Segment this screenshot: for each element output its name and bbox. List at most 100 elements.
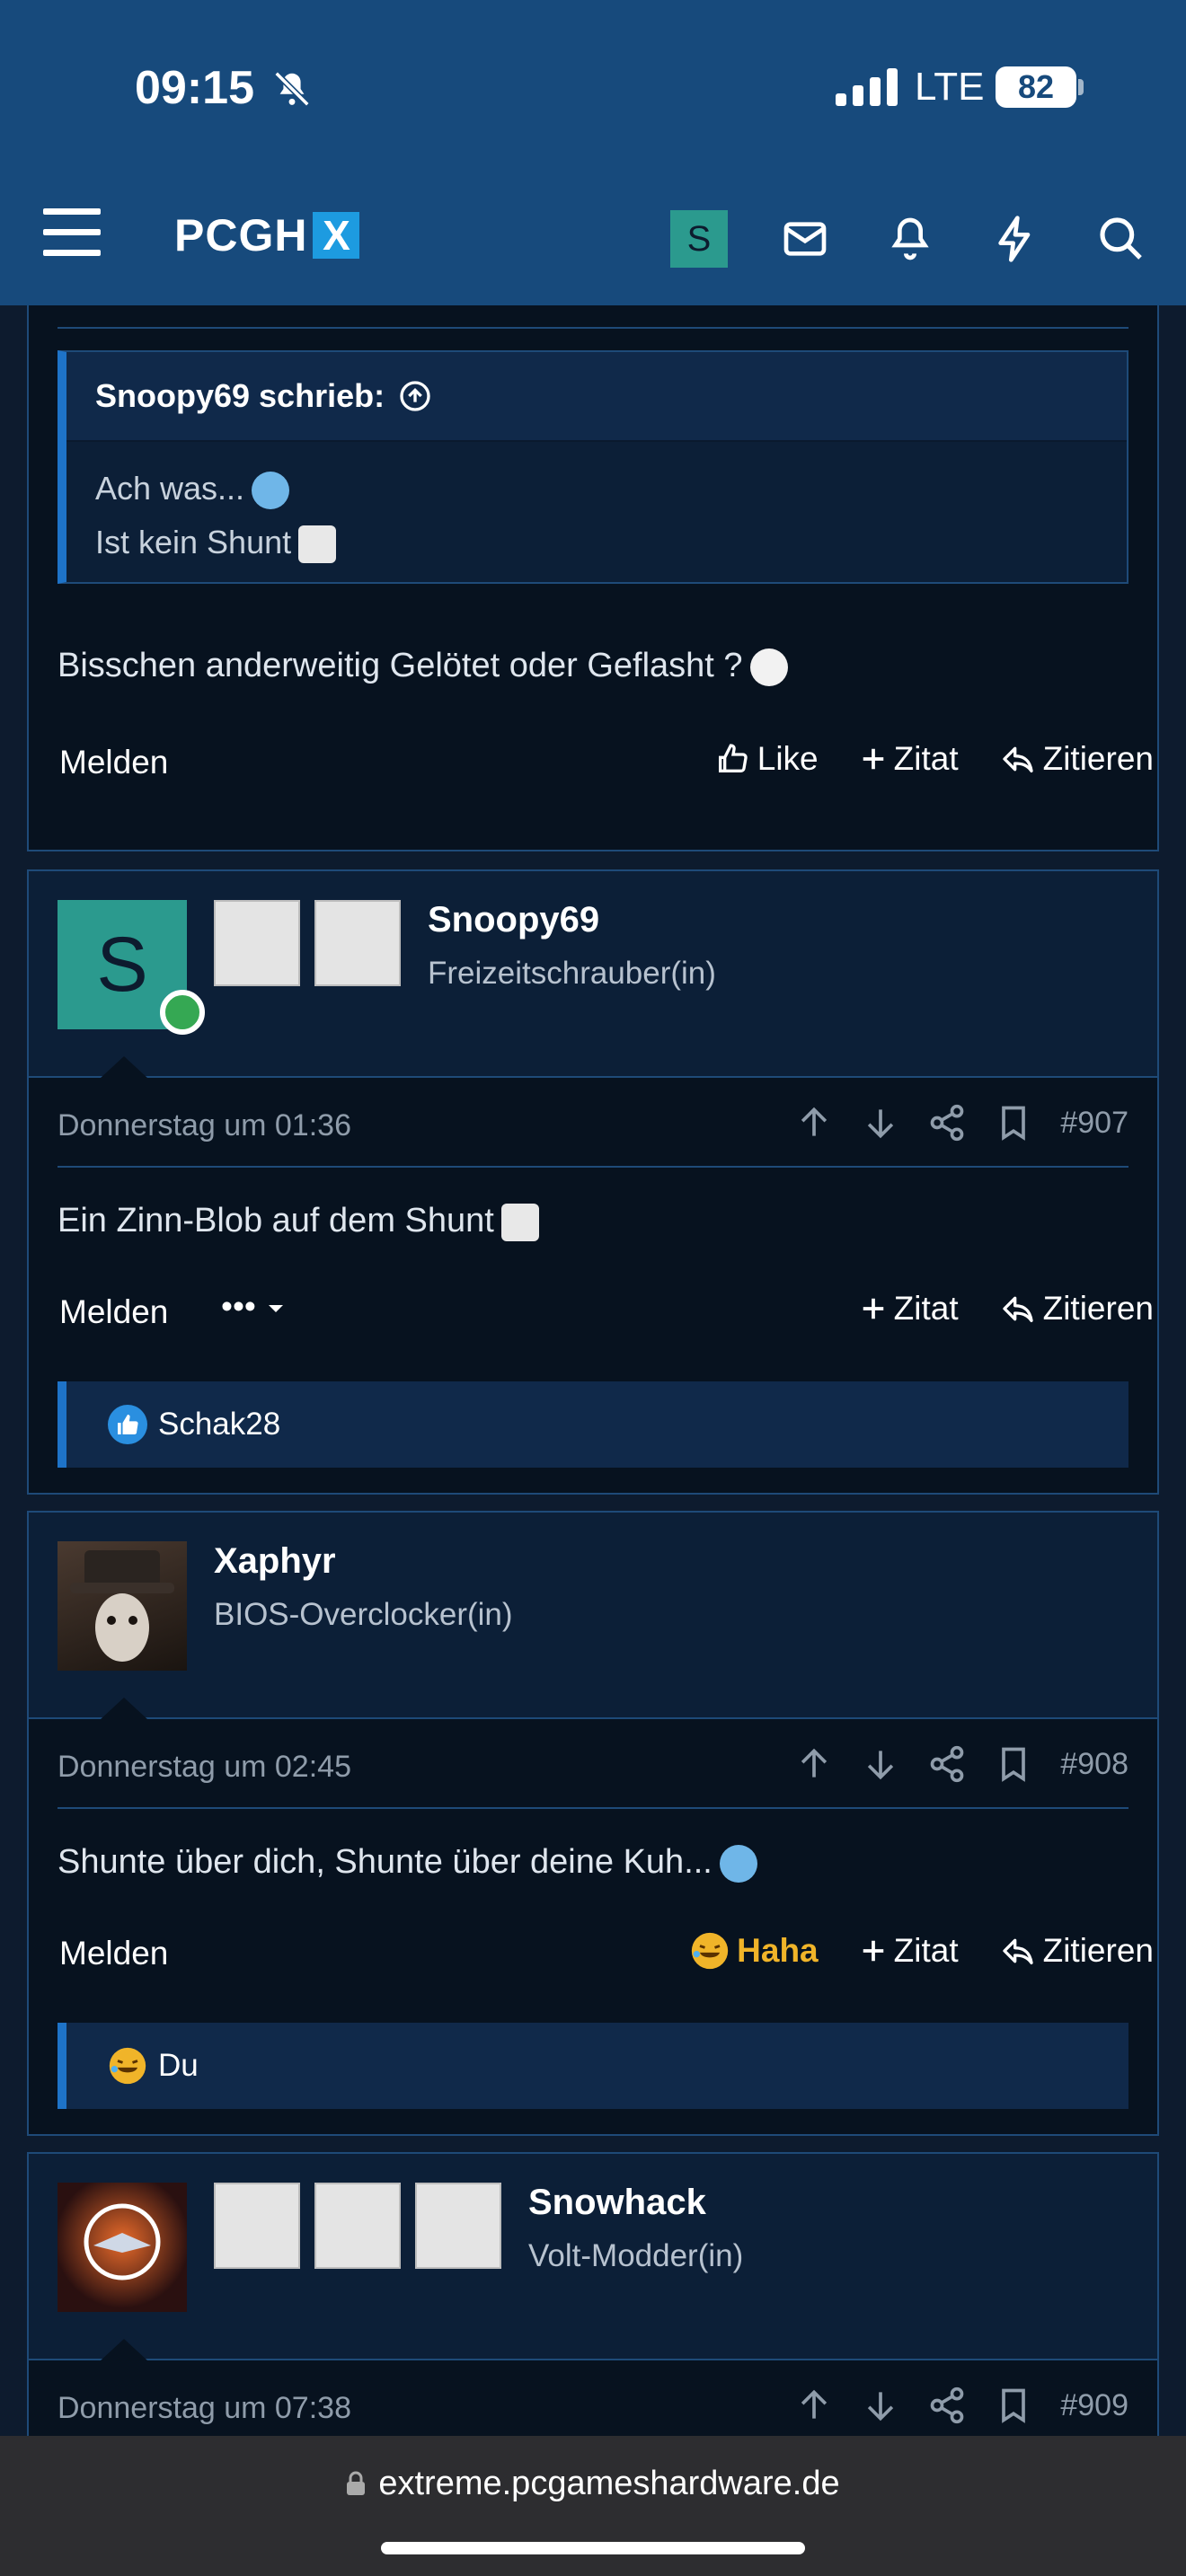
quote-body: Ach was... Ist kein Shunt [66, 442, 1127, 589]
username[interactable]: Snowhack [528, 2183, 706, 2223]
arrow-up-circle-icon[interactable] [397, 378, 433, 414]
post-907: S Snoopy69 Freizeitschrauber(in) Donners… [27, 869, 1159, 1495]
multiquote-button[interactable]: Zitat [860, 740, 959, 778]
pcgh-data-badge-icon[interactable] [314, 2183, 401, 2269]
signal-icon [836, 68, 898, 106]
reply-icon [1002, 1296, 1033, 1322]
like-button[interactable]: Like [714, 740, 819, 778]
avatar-pointer [101, 2339, 147, 2360]
pixel-emoji-icon [500, 1203, 539, 1241]
avatar-pointer [101, 1698, 147, 1719]
plus-icon [863, 1940, 883, 1962]
post-actions: Melden Haha Zitat Zitieren [58, 1928, 1154, 1981]
thumbs-up-icon [718, 744, 748, 772]
username[interactable]: Snoopy69 [428, 900, 599, 940]
bell-icon[interactable] [885, 214, 935, 264]
plus-icon [863, 748, 883, 770]
post-date[interactable]: Donnerstag um 02:45 [58, 1750, 351, 1785]
post-header: Xaphyr BIOS-Overclocker(in) [29, 1513, 1157, 1719]
chevron-down-icon [269, 1305, 284, 1313]
site-logo[interactable]: PCGH X [174, 210, 360, 260]
stop-sign-badge-icon[interactable] [415, 2183, 501, 2269]
handshake-badge-icon[interactable] [214, 2183, 300, 2269]
avatar-pointer [101, 1056, 147, 1078]
lock-icon [347, 2471, 366, 2495]
post-number[interactable]: #907 [1060, 1106, 1128, 1141]
bookmark-icon[interactable] [994, 1744, 1033, 1784]
report-button[interactable]: Melden [59, 1293, 168, 1331]
laughing-emoji-icon [691, 1932, 729, 1970]
avatar-image [84, 2203, 161, 2280]
arrow-up-icon[interactable] [794, 1103, 834, 1142]
reactions-bar[interactable]: Schak28 [58, 1381, 1128, 1468]
post-header: Snowhack Volt-Modder(in) [29, 2154, 1157, 2360]
arrow-down-icon[interactable] [861, 1103, 900, 1142]
bell-muted-icon [274, 71, 310, 107]
network-type: LTE [915, 65, 985, 109]
arrow-down-icon[interactable] [861, 1744, 900, 1784]
online-status-icon [160, 990, 205, 1035]
laughing-emoji-icon [109, 2047, 146, 2085]
arrow-up-icon[interactable] [794, 1744, 834, 1784]
grin-emoji-icon [719, 1844, 757, 1883]
site-header: PCGH X S [0, 171, 1186, 305]
report-button[interactable]: Melden [59, 1935, 168, 1972]
menu-icon[interactable] [43, 208, 101, 259]
divider [58, 327, 1128, 329]
bookmark-icon[interactable] [994, 2386, 1033, 2425]
home-indicator[interactable] [381, 2542, 805, 2554]
post-actions: Melden ••• Zitat Zitieren [58, 1286, 1154, 1340]
more-options-button[interactable]: ••• [221, 1288, 287, 1326]
browser-url-bar[interactable]: extreme.pcgameshardware.de [0, 2436, 1186, 2576]
battery-icon: 82 [996, 66, 1076, 108]
user-title: Freizeitschrauber(in) [428, 956, 716, 991]
search-icon[interactable] [1096, 214, 1146, 264]
username[interactable]: Xaphyr [214, 1541, 336, 1582]
share-icon[interactable] [927, 2386, 967, 2425]
lightning-icon[interactable] [990, 214, 1040, 264]
arrow-down-icon[interactable] [861, 2386, 900, 2425]
battery-tip [1078, 79, 1084, 95]
post-908: Xaphyr BIOS-Overclocker(in) Donnerstag u… [27, 1511, 1159, 2136]
reply-button[interactable]: Zitieren [1000, 1932, 1154, 1970]
like-reaction-icon [108, 1405, 147, 1444]
handshake-badge-icon[interactable] [214, 900, 300, 986]
post-actions: Melden Like Zitat Zitieren [58, 737, 1154, 790]
grin-emoji-icon [252, 472, 290, 510]
reply-button[interactable]: Zitieren [1000, 1290, 1154, 1328]
multiquote-button[interactable]: Zitat [860, 1932, 959, 1970]
post-meta: Donnerstag um 02:45 #908 [58, 1719, 1128, 1809]
post-date[interactable]: Donnerstag um 07:38 [58, 2391, 351, 2426]
haha-reaction-button[interactable]: Haha [690, 1931, 819, 1971]
status-time: 09:15 [135, 62, 254, 114]
user-avatar-button[interactable]: S [670, 210, 728, 268]
share-icon[interactable] [927, 1103, 967, 1142]
url-display[interactable]: extreme.pcgameshardware.de [0, 2465, 1186, 2503]
post-909: Snowhack Volt-Modder(in) Donnerstag um 0… [27, 2152, 1159, 2436]
reply-button[interactable]: Zitieren [1000, 740, 1154, 778]
bookmark-icon[interactable] [994, 1103, 1033, 1142]
avatar[interactable] [58, 1541, 187, 1671]
quote-block: Snoopy69 schrieb: Ach was... Ist kein Sh… [58, 350, 1128, 584]
reaction-user[interactable]: Du [158, 2048, 199, 2084]
post-number[interactable]: #909 [1060, 2388, 1128, 2423]
avatar[interactable] [58, 2183, 187, 2312]
multiquote-button[interactable]: Zitat [860, 1290, 959, 1328]
report-button[interactable]: Melden [59, 744, 168, 781]
pcgh-data-badge-icon[interactable] [314, 900, 401, 986]
pixel-emoji-icon [298, 525, 337, 564]
status-bar: 09:15 LTE 82 [0, 0, 1186, 171]
reactions-bar[interactable]: Du [58, 2023, 1128, 2109]
user-title: Volt-Modder(in) [528, 2238, 744, 2273]
post-number[interactable]: #908 [1060, 1747, 1128, 1782]
quote-header[interactable]: Snoopy69 schrieb: [66, 352, 1127, 442]
post-date[interactable]: Donnerstag um 01:36 [58, 1108, 351, 1143]
reply-icon [1002, 1938, 1033, 1964]
user-title: BIOS-Overclocker(in) [214, 1597, 513, 1632]
post-meta: Donnerstag um 07:38 #909 [58, 2360, 1128, 2436]
share-icon[interactable] [927, 1744, 967, 1784]
arrow-up-icon[interactable] [794, 2386, 834, 2425]
mail-icon[interactable] [780, 214, 830, 264]
reply-icon [1002, 746, 1033, 772]
reaction-user[interactable]: Schak28 [158, 1407, 280, 1442]
